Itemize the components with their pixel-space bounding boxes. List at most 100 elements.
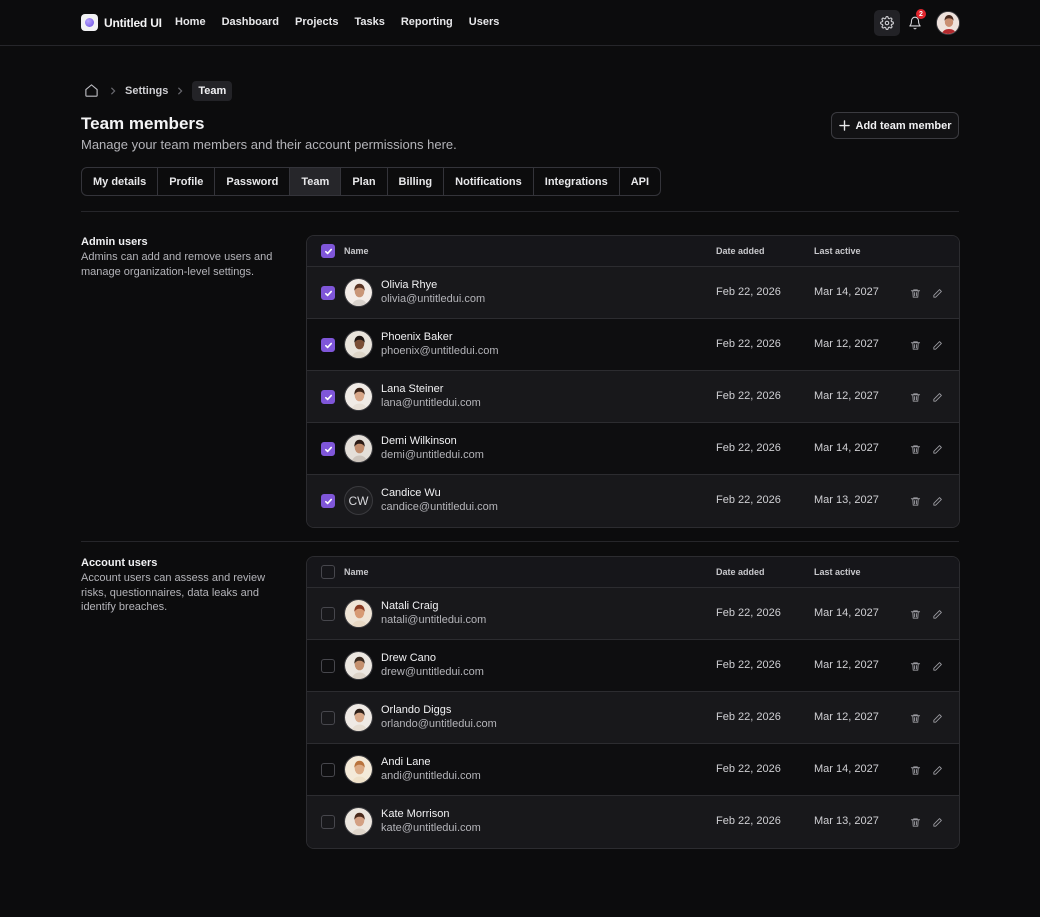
delete-button[interactable] [908, 711, 922, 725]
user-email: drew@untitledui.com [381, 666, 484, 678]
table-row[interactable]: CW Candice Wu candice@untitledui.com Feb 22… [307, 475, 959, 527]
tab-api[interactable]: API [620, 168, 660, 195]
edit-button[interactable] [930, 442, 944, 456]
pencil-icon [932, 817, 942, 827]
edit-button[interactable] [930, 286, 944, 300]
breadcrumb-home[interactable] [81, 81, 101, 101]
column-header-last-active[interactable]: Last active [814, 246, 861, 256]
table-row[interactable]: Demi Wilkinson demi@untitledui.com Feb 22,… [307, 423, 959, 475]
brand-logo[interactable]: Untitled UI [81, 14, 162, 31]
delete-button[interactable] [908, 390, 922, 404]
notifications-button[interactable]: 2 [905, 9, 926, 34]
breadcrumb-settings[interactable]: Settings [125, 85, 168, 97]
user-email: kate@untitledui.com [381, 822, 481, 834]
edit-button[interactable] [930, 815, 944, 829]
settings-tabs: My details Profile Password Team Plan Bi… [81, 167, 662, 196]
edit-button[interactable] [930, 338, 944, 352]
tab-team[interactable]: Team [290, 168, 342, 195]
table-row[interactable]: Kate Morrison kate@untitledui.com Feb 22, … [307, 796, 959, 848]
column-header-name[interactable]: Name [344, 567, 369, 577]
account-users-description: Account users can assess and review risk… [81, 572, 266, 613]
last-active: Mar 14, 2027 [814, 442, 879, 454]
check-icon [324, 248, 332, 254]
delete-button[interactable] [908, 494, 922, 508]
user-avatar[interactable] [936, 11, 960, 35]
add-team-member-label: Add team member [855, 119, 952, 132]
notification-count-badge: 2 [916, 9, 926, 19]
row-checkbox[interactable] [321, 659, 335, 673]
page-subtitle: Manage your team members and their accou… [81, 137, 457, 152]
tab-notifications[interactable]: Notifications [444, 168, 534, 195]
delete-button[interactable] [908, 442, 922, 456]
row-checkbox[interactable] [321, 390, 335, 404]
delete-button[interactable] [908, 286, 922, 300]
row-checkbox[interactable] [321, 494, 335, 508]
delete-button[interactable] [908, 607, 922, 621]
settings-button[interactable] [874, 10, 900, 36]
avatar [344, 330, 373, 359]
row-checkbox[interactable] [321, 763, 335, 777]
column-header-last-active[interactable]: Last active [814, 567, 861, 577]
edit-button[interactable] [930, 494, 944, 508]
table-row[interactable]: Lana Steiner lana@untitledui.com Feb 22, 2… [307, 371, 959, 423]
check-icon [324, 394, 332, 400]
table-row[interactable]: Orlando Diggs orlando@untitledui.com Feb 2… [307, 692, 959, 744]
nav-item-tasks[interactable]: Tasks [354, 16, 384, 28]
tab-password[interactable]: Password [215, 168, 291, 195]
table-row[interactable]: Phoenix Baker phoenix@untitledui.com Feb 2… [307, 319, 959, 371]
user-name: Drew Cano [381, 652, 437, 664]
date-added: Feb 22, 2026 [716, 390, 781, 402]
tab-plan[interactable]: Plan [341, 168, 388, 195]
edit-button[interactable] [930, 607, 944, 621]
row-checkbox[interactable] [321, 607, 335, 621]
delete-button[interactable] [908, 763, 922, 777]
table-row[interactable]: Natali Craig natali@untitledui.com Feb 22,… [307, 588, 959, 640]
avatar: CW [344, 486, 373, 515]
nav-item-dashboard[interactable]: Dashboard [222, 16, 279, 28]
select-all-checkbox[interactable] [321, 244, 335, 258]
delete-button[interactable] [908, 659, 922, 673]
tab-integrations[interactable]: Integrations [534, 168, 620, 195]
section-divider [81, 211, 959, 212]
delete-button[interactable] [908, 338, 922, 352]
last-active: Mar 14, 2027 [814, 286, 879, 298]
table-row[interactable]: Drew Cano drew@untitledui.com Feb 22, 2026… [307, 640, 959, 692]
plus-icon [838, 120, 850, 131]
column-header-date-added[interactable]: Date added [716, 246, 765, 256]
tab-my-details[interactable]: My details [82, 168, 159, 195]
row-checkbox[interactable] [321, 286, 335, 300]
edit-button[interactable] [930, 659, 944, 673]
avatar [344, 755, 373, 784]
admin-users-description: Admins can add and remove users and mana… [81, 251, 273, 278]
nav-item-users[interactable]: Users [469, 16, 500, 28]
edit-button[interactable] [930, 763, 944, 777]
edit-button[interactable] [930, 711, 944, 725]
user-email: andi@untitledui.com [381, 770, 481, 782]
user-name: Candice Wu [381, 487, 441, 499]
last-active: Mar 13, 2027 [814, 494, 879, 506]
row-checkbox[interactable] [321, 815, 335, 829]
add-team-member-button[interactable]: Add team member [831, 112, 959, 139]
user-email: olivia@untitledui.com [381, 293, 486, 305]
edit-button[interactable] [930, 390, 944, 404]
column-header-name[interactable]: Name [344, 246, 369, 256]
tab-profile[interactable]: Profile [158, 168, 216, 195]
avatar [344, 651, 373, 680]
row-checkbox[interactable] [321, 338, 335, 352]
column-header-date-added[interactable]: Date added [716, 567, 765, 577]
avatar [344, 703, 373, 732]
table-header: Name Date added Last active [307, 236, 959, 267]
nav-item-projects[interactable]: Projects [295, 16, 338, 28]
table-row[interactable]: Andi Lane andi@untitledui.com Feb 22, 2026… [307, 744, 959, 796]
select-all-checkbox[interactable] [321, 565, 335, 579]
nav-item-reporting[interactable]: Reporting [401, 16, 453, 28]
delete-button[interactable] [908, 815, 922, 829]
tab-billing[interactable]: Billing [388, 168, 445, 195]
last-active: Mar 14, 2027 [814, 763, 879, 775]
row-checkbox[interactable] [321, 442, 335, 456]
row-checkbox[interactable] [321, 711, 335, 725]
last-active: Mar 12, 2027 [814, 711, 879, 723]
nav-item-home[interactable]: Home [175, 16, 206, 28]
trash-icon [910, 817, 920, 827]
table-row[interactable]: Olivia Rhye olivia@untitledui.com Feb 22, … [307, 267, 959, 319]
